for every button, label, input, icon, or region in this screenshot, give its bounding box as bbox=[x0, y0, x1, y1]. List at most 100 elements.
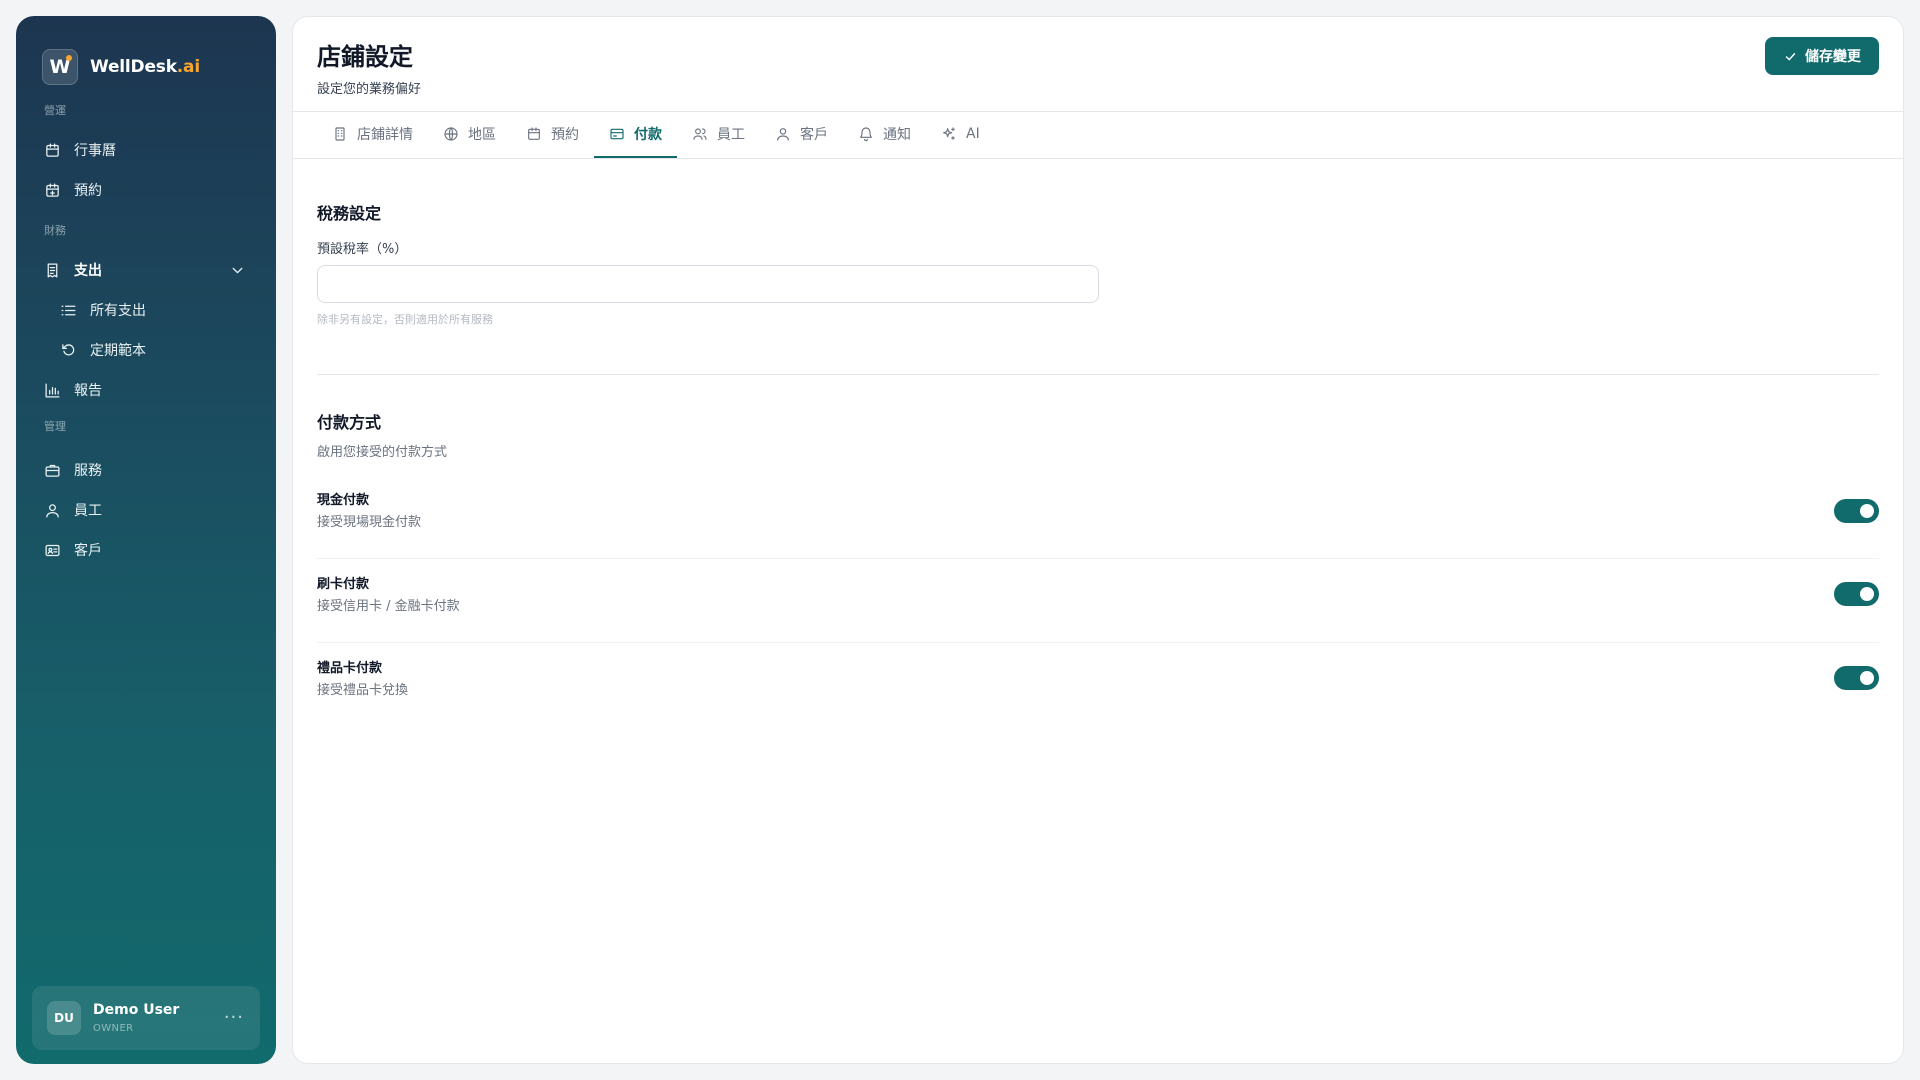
tax-rate-hint: 除非另有設定，否則適用於所有服務 bbox=[317, 313, 493, 326]
brand-name-accent: .ai bbox=[176, 57, 200, 77]
tax-rate-label: 預設稅率（%） bbox=[317, 242, 408, 257]
payment-method-title: 現金付款 bbox=[317, 493, 370, 508]
contact-card-icon bbox=[45, 544, 60, 556]
tab-store-details[interactable]: 店鋪詳情 bbox=[317, 112, 428, 158]
sidebar-item-label: 所有支出 bbox=[90, 303, 146, 319]
sidebar-item-recurring-templates[interactable]: 定期範本 bbox=[48, 330, 260, 370]
tab-label: 員工 bbox=[717, 127, 745, 143]
page-header: 店鋪設定 設定您的業務偏好 bbox=[317, 37, 421, 97]
tab-ai[interactable]: AI bbox=[926, 112, 995, 158]
user-icon bbox=[46, 503, 59, 518]
payment-method-card: 刷卡付款 接受信用卡 / 金融卡付款 bbox=[317, 573, 1879, 657]
users-icon bbox=[693, 128, 707, 140]
credit-card-icon bbox=[610, 128, 624, 140]
tab-region[interactable]: 地區 bbox=[428, 112, 511, 158]
sparkles-icon bbox=[943, 127, 955, 140]
page-title: 店鋪設定 bbox=[317, 43, 413, 71]
gift-card-payment-toggle[interactable] bbox=[1834, 666, 1879, 690]
row-divider bbox=[317, 642, 1879, 643]
sidebar-item-bookings[interactable]: 預約 bbox=[32, 170, 260, 210]
brand[interactable]: W WellDesk.ai bbox=[42, 49, 200, 85]
tab-notifications[interactable]: 通知 bbox=[843, 112, 926, 158]
refresh-icon bbox=[62, 343, 75, 355]
tax-settings-title: 稅務設定 bbox=[317, 204, 382, 223]
save-changes-button[interactable]: 儲存變更 bbox=[1765, 37, 1879, 75]
toggle-knob bbox=[1860, 587, 1874, 601]
payment-method-desc: 接受現場現金付款 bbox=[317, 515, 422, 530]
toggle-knob bbox=[1860, 504, 1874, 518]
tab-staff[interactable]: 員工 bbox=[677, 112, 760, 158]
payment-method-gift-card: 禮品卡付款 接受禮品卡兌換 bbox=[317, 657, 1879, 741]
tab-label: 預約 bbox=[551, 127, 579, 143]
receipt-icon bbox=[47, 262, 58, 278]
sidebar-item-label: 服務 bbox=[74, 463, 102, 479]
check-icon bbox=[1785, 52, 1796, 61]
page-subtitle: 設定您的業務偏好 bbox=[317, 82, 422, 97]
sidebar-item-label: 員工 bbox=[74, 503, 102, 519]
globe-icon bbox=[444, 127, 458, 141]
bar-chart-icon bbox=[45, 382, 60, 398]
calendar-icon bbox=[46, 142, 59, 157]
sidebar-item-expenses[interactable]: 支出 bbox=[32, 250, 260, 290]
payment-method-title: 禮品卡付款 bbox=[317, 661, 383, 676]
sidebar-item-label: 客戶 bbox=[74, 543, 102, 559]
tab-label: 通知 bbox=[883, 127, 911, 143]
app-root: W WellDesk.ai 營運 行事曆 預約 財務 支出 所有支出 定期範本 bbox=[0, 0, 1920, 1080]
tab-clients[interactable]: 客戶 bbox=[760, 112, 843, 158]
toggle-knob bbox=[1860, 671, 1874, 685]
brand-logo-dot bbox=[66, 55, 72, 61]
user-role: OWNER bbox=[93, 1023, 134, 1034]
sidebar-item-label: 行事曆 bbox=[74, 143, 116, 159]
tab-payment[interactable]: 付款 bbox=[594, 112, 677, 158]
sidebar-section-management: 管理 bbox=[44, 420, 66, 433]
sidebar-item-clients[interactable]: 客戶 bbox=[32, 530, 260, 570]
user-name: Demo User bbox=[93, 1002, 180, 1018]
settings-panel: 店鋪設定 設定您的業務偏好 儲存變更 店鋪詳情 地區 預約 付款 員工 客戶 通… bbox=[292, 16, 1904, 1064]
tab-label: 客戶 bbox=[800, 127, 828, 143]
building-icon bbox=[335, 127, 345, 141]
payment-method-cash: 現金付款 接受現場現金付款 bbox=[317, 489, 1879, 573]
list-icon bbox=[61, 305, 76, 315]
briefcase-icon bbox=[45, 464, 60, 477]
card-payment-toggle[interactable] bbox=[1834, 582, 1879, 606]
save-changes-label: 儲存變更 bbox=[1805, 49, 1861, 65]
sidebar-item-calendar[interactable]: 行事曆 bbox=[32, 130, 260, 170]
brand-logo: W bbox=[42, 49, 78, 85]
payment-method-desc: 接受信用卡 / 金融卡付款 bbox=[317, 599, 460, 614]
cash-payment-toggle[interactable] bbox=[1834, 499, 1879, 523]
section-divider bbox=[317, 374, 1879, 375]
sidebar: W WellDesk.ai 營運 行事曆 預約 財務 支出 所有支出 定期範本 bbox=[16, 16, 276, 1064]
tax-rate-input[interactable] bbox=[317, 265, 1099, 303]
sidebar-item-label: 支出 bbox=[74, 263, 102, 279]
row-divider bbox=[317, 558, 1879, 559]
sidebar-item-label: 報告 bbox=[74, 383, 102, 399]
avatar: DU bbox=[47, 1001, 81, 1035]
sidebar-item-services[interactable]: 服務 bbox=[32, 450, 260, 490]
chevron-down-icon bbox=[232, 267, 243, 274]
calendar-icon bbox=[528, 127, 540, 140]
settings-tabs: 店鋪詳情 地區 預約 付款 員工 客戶 通知 AI bbox=[317, 112, 995, 158]
calendar-plus-icon bbox=[46, 182, 59, 197]
sidebar-item-reports[interactable]: 報告 bbox=[32, 370, 260, 410]
tab-label: 地區 bbox=[468, 127, 496, 143]
sidebar-item-all-expenses[interactable]: 所有支出 bbox=[48, 290, 260, 330]
tab-label: AI bbox=[966, 126, 980, 142]
payment-methods-title: 付款方式 bbox=[317, 413, 382, 432]
brand-name-main: WellDesk bbox=[90, 57, 177, 77]
sidebar-item-label: 預約 bbox=[74, 183, 102, 199]
tab-label: 店鋪詳情 bbox=[357, 127, 413, 143]
payment-method-title: 刷卡付款 bbox=[317, 577, 370, 592]
user-card[interactable]: DU Demo User OWNER ··· bbox=[32, 986, 260, 1050]
tab-bookings[interactable]: 預約 bbox=[511, 112, 594, 158]
sidebar-item-staff[interactable]: 員工 bbox=[32, 490, 260, 530]
payment-method-desc: 接受禮品卡兌換 bbox=[317, 683, 409, 698]
user-icon bbox=[777, 128, 789, 141]
brand-name: WellDesk.ai bbox=[90, 57, 200, 77]
tab-label: 付款 bbox=[634, 127, 662, 143]
tabs-divider bbox=[293, 158, 1903, 159]
payment-methods-subtitle: 啟用您接受的付款方式 bbox=[317, 445, 448, 460]
sidebar-item-label: 定期範本 bbox=[90, 343, 146, 359]
bell-icon bbox=[860, 127, 872, 142]
sidebar-section-operations: 營運 bbox=[44, 104, 66, 117]
more-options-icon[interactable]: ··· bbox=[224, 1009, 244, 1027]
